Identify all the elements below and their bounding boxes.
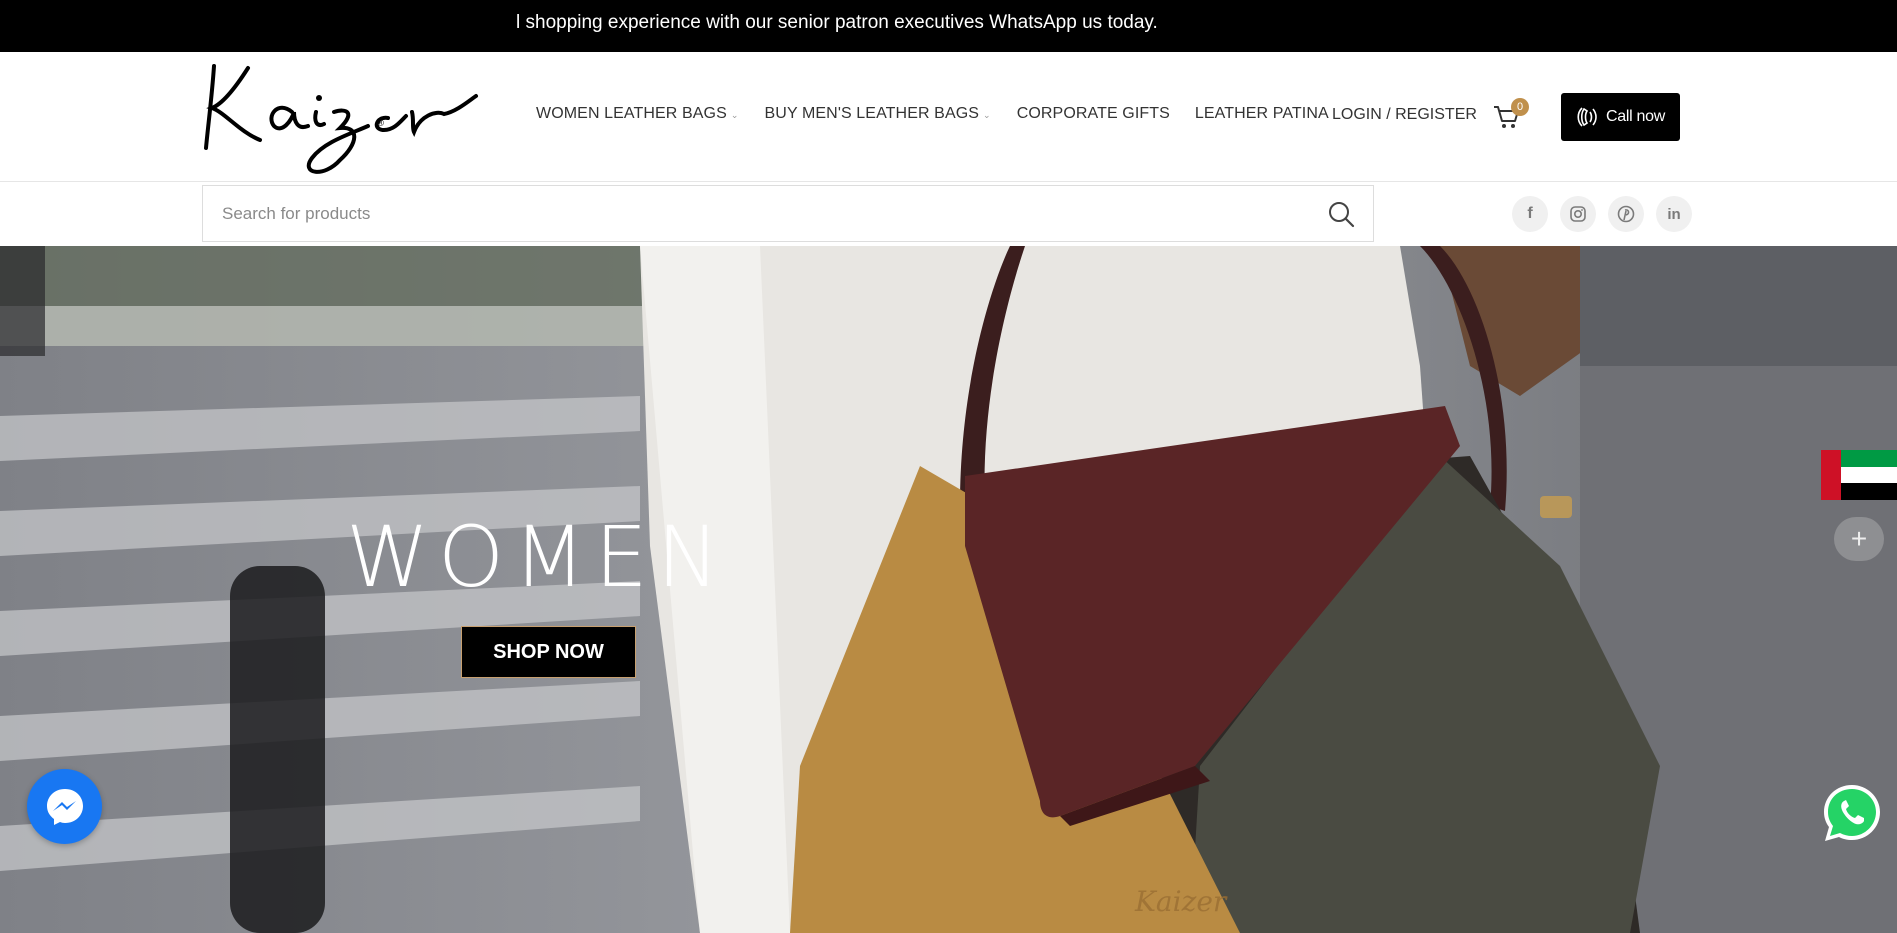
linkedin-icon[interactable]: in bbox=[1656, 196, 1692, 232]
linkedin-glyph: in bbox=[1667, 205, 1681, 223]
pinterest-glyph bbox=[1617, 205, 1635, 223]
nav-corporate-gifts[interactable]: CORPORATE GIFTS bbox=[1017, 105, 1170, 123]
nav-women-leather-bags[interactable]: WOMEN LEATHER BAGS ⌄ bbox=[536, 105, 739, 123]
uae-flag-icon[interactable] bbox=[1821, 450, 1897, 500]
svg-text:Kaizer: Kaizer bbox=[1134, 885, 1228, 918]
phone-ring-icon bbox=[1577, 107, 1597, 127]
search-box bbox=[202, 185, 1374, 242]
kaizer-logo[interactable]: ® bbox=[200, 56, 480, 178]
social-links: f in bbox=[1512, 196, 1692, 232]
chevron-down-icon: ⌄ bbox=[730, 110, 739, 120]
registered-mark: ® bbox=[376, 119, 385, 129]
nav-leather-patina[interactable]: LEATHER PATINA bbox=[1195, 105, 1329, 123]
nav-label: WOMEN LEATHER BAGS bbox=[536, 105, 727, 122]
messenger-chat-button[interactable] bbox=[27, 769, 102, 844]
cart-count-badge: 0 bbox=[1511, 98, 1529, 116]
call-now-label: Call now bbox=[1606, 108, 1665, 125]
nav-label: CORPORATE GIFTS bbox=[1016, 105, 1170, 122]
instagram-glyph bbox=[1570, 206, 1586, 222]
call-now-button[interactable]: Call now bbox=[1561, 93, 1680, 141]
hero-image: Kaizer bbox=[0, 246, 1897, 933]
announcement-text: l shopping experience with our senior pa… bbox=[516, 12, 1158, 33]
pinterest-icon[interactable] bbox=[1608, 196, 1644, 232]
search-row: f in bbox=[0, 182, 1897, 246]
facebook-glyph: f bbox=[1527, 205, 1533, 222]
expand-plus-button[interactable]: + bbox=[1834, 517, 1884, 561]
facebook-icon[interactable]: f bbox=[1512, 196, 1548, 232]
search-input[interactable] bbox=[222, 186, 1302, 241]
nav-mens-leather-bags[interactable]: BUY MEN'S LEATHER BAGS ⌄ bbox=[765, 105, 991, 123]
announcement-bar: l shopping experience with our senior pa… bbox=[0, 0, 1897, 52]
chevron-down-icon: ⌄ bbox=[983, 110, 991, 120]
hero-banner: Kaizer WOMEN SHOP NOW bbox=[0, 246, 1897, 933]
main-nav: WOMEN LEATHER BAGS ⌄ BUY MEN'S LEATHER B… bbox=[536, 105, 1329, 123]
search-icon[interactable] bbox=[1327, 200, 1355, 228]
site-header: ® WOMEN LEATHER BAGS ⌄ BUY MEN'S LEATHER… bbox=[0, 52, 1897, 182]
hero-title: WOMEN bbox=[346, 508, 729, 606]
shop-now-button[interactable]: SHOP NOW bbox=[461, 626, 636, 678]
messenger-icon bbox=[46, 788, 83, 825]
nav-label: BUY MEN'S LEATHER BAGS bbox=[764, 105, 980, 122]
nav-label: LEATHER PATINA bbox=[1194, 105, 1329, 122]
login-register-link[interactable]: LOGIN / REGISTER bbox=[1332, 106, 1477, 124]
whatsapp-icon[interactable] bbox=[1820, 781, 1884, 845]
instagram-icon[interactable] bbox=[1560, 196, 1596, 232]
